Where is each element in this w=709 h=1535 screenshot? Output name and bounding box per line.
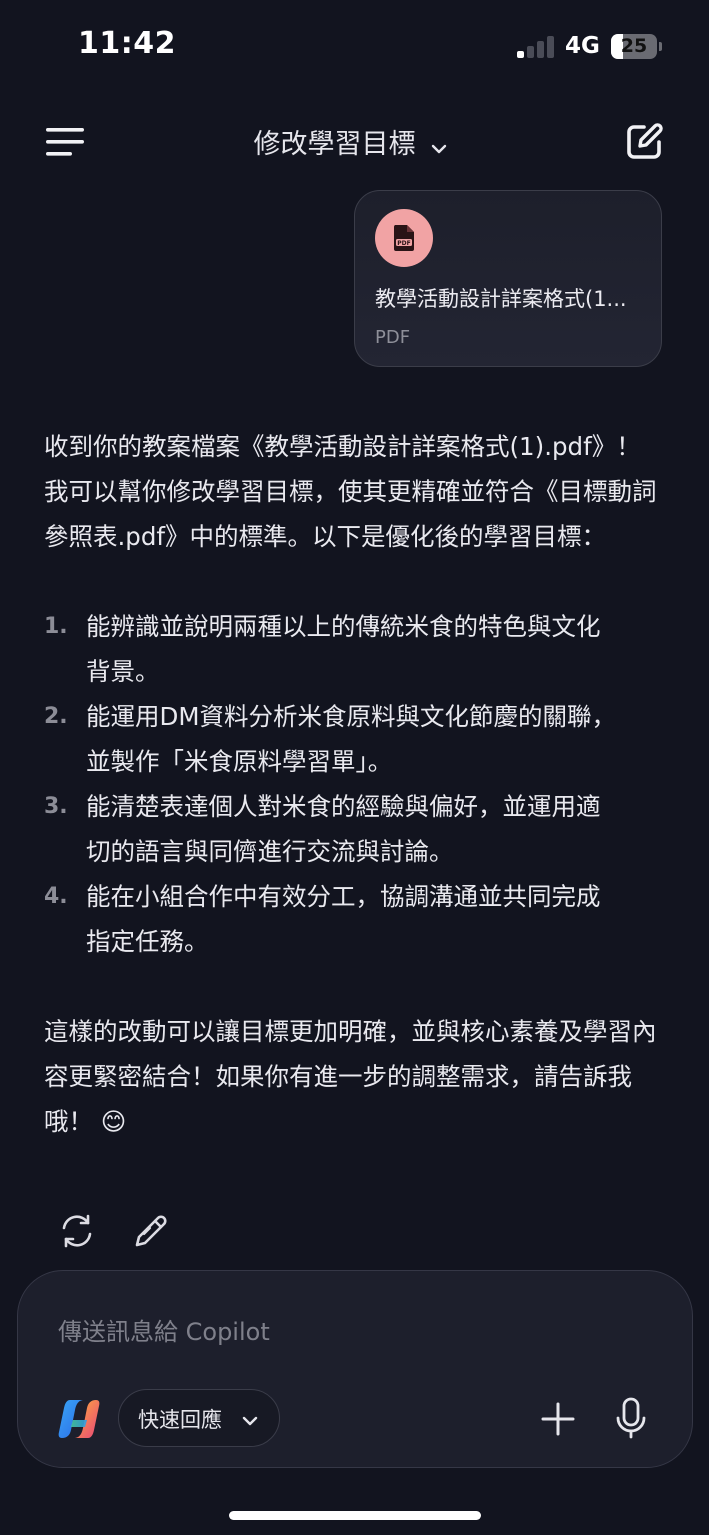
chevron-down-icon (431, 139, 447, 158)
learning-objectives-list: 1. 能辨識並說明兩種以上的傳統米食的特色與文化背景。 2. 能運用DM資料分析… (44, 604, 664, 964)
regenerate-icon[interactable] (58, 1212, 96, 1250)
attachment-file-name: 教學活動設計詳案格式(1... (375, 287, 627, 311)
list-item: 3. 能清楚表達個人對米食的經驗與偏好，並運用適切的語言與同儕進行交流與討論。 (44, 784, 616, 874)
battery-level: 25 (620, 35, 648, 57)
list-item-number: 4. (44, 884, 68, 909)
list-item-number: 1. (44, 614, 68, 639)
attachment-file-type: PDF (375, 327, 411, 348)
message-input[interactable] (56, 1317, 640, 1347)
home-indicator[interactable] (229, 1511, 481, 1520)
list-item-number: 2. (44, 704, 68, 729)
list-item: 4. 能在小組合作中有效分工，協調溝通並共同完成指定任務。 (44, 874, 616, 964)
list-item-text: 能運用DM資料分析米食原料與文化節慶的關聯，並製作「米食原料學習單」。 (86, 702, 617, 776)
list-item-text: 能辨識並說明兩種以上的傳統米食的特色與文化背景。 (86, 612, 601, 686)
new-chat-edit-icon[interactable] (624, 122, 664, 162)
microphone-icon[interactable] (615, 1397, 647, 1439)
response-mode-dropdown[interactable]: 快速回應 (118, 1389, 280, 1447)
network-type: 4G (565, 33, 600, 59)
copilot-logo-icon[interactable] (56, 1396, 102, 1442)
message-closing: 這樣的改動可以讓目標更加明確，並與核心素養及學習內容更緊密結合！如果你有進一步的… (44, 1017, 657, 1136)
chevron-down-icon (242, 1411, 258, 1430)
svg-text:PDF: PDF (397, 240, 410, 247)
assistant-message: 收到你的教案檔案《教學活動設計詳案格式(1).pdf》！我可以幫你修改學習目標，… (44, 424, 664, 1144)
status-bar: 11:42 4G 25 (0, 0, 709, 96)
plus-icon[interactable] (540, 1401, 576, 1437)
message-intro: 收到你的教案檔案《教學活動設計詳案格式(1).pdf》！我可以幫你修改學習目標，… (44, 432, 657, 551)
chat-header: 修改學習目標 (0, 100, 709, 184)
battery-icon: 25 (611, 34, 657, 59)
list-item-number: 3. (44, 794, 68, 819)
battery-cap (659, 42, 662, 51)
cellular-signal-icon (517, 36, 555, 58)
list-item-text: 能在小組合作中有效分工，協調溝通並共同完成指定任務。 (86, 882, 601, 956)
edit-pencil-icon[interactable] (132, 1212, 170, 1250)
signal-bar (537, 41, 544, 58)
signal-bar (517, 51, 524, 58)
response-mode-label: 快速回應 (138, 1408, 222, 1432)
list-item: 1. 能辨識並說明兩種以上的傳統米食的特色與文化背景。 (44, 604, 616, 694)
list-item-text: 能清楚表達個人對米食的經驗與偏好，並運用適切的語言與同儕進行交流與討論。 (86, 792, 601, 866)
message-composer: 快速回應 (17, 1270, 693, 1468)
conversation-title: 修改學習目標 (253, 129, 416, 160)
signal-bar (547, 36, 554, 58)
list-item: 2. 能運用DM資料分析米食原料與文化節慶的關聯，並製作「米食原料學習單」。 (44, 694, 616, 784)
pdf-file-icon: PDF (375, 209, 433, 267)
signal-bar (527, 46, 534, 58)
hamburger-menu-icon[interactable] (46, 126, 84, 158)
pdf-attachment-card[interactable]: PDF 教學活動設計詳案格式(1... PDF (354, 190, 662, 367)
conversation-title-dropdown[interactable]: 修改學習目標 (200, 122, 500, 161)
status-time: 11:42 (78, 26, 176, 61)
